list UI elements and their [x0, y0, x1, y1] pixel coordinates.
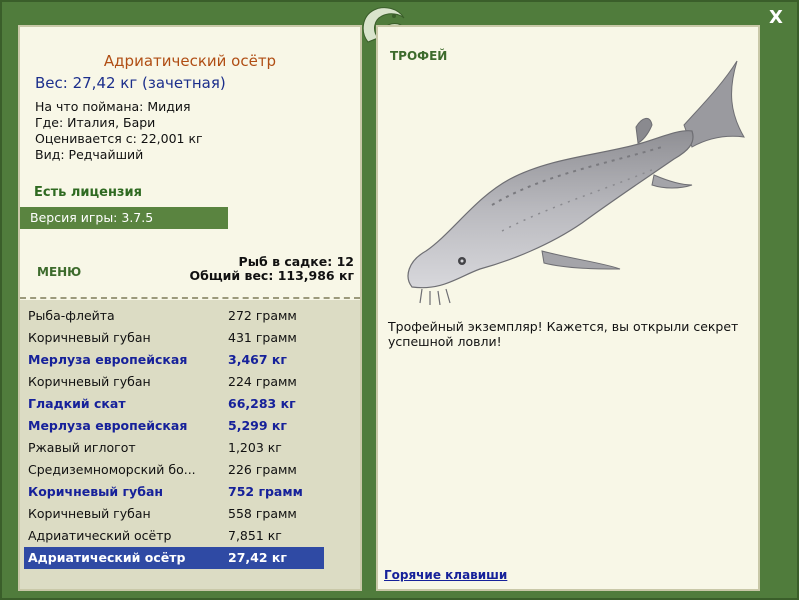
list-item-weight: 66,283 кг	[228, 396, 296, 411]
list-item[interactable]: Коричневый губан 224 грамм	[24, 371, 324, 393]
location-info: Где: Италия, Бари	[35, 115, 156, 130]
list-item-weight: 5,299 кг	[228, 418, 287, 433]
list-item-name: Средиземноморский бо...	[28, 462, 196, 477]
list-item[interactable]: Мерлуза европейская 5,299 кг	[24, 415, 324, 437]
close-button[interactable]: X	[765, 7, 787, 29]
trophy-panel: ТРОФЕЙ Трофейный экземпляр! Кажется, вы …	[376, 25, 760, 591]
trophy-description: Трофейный экземпляр! Кажется, вы открыли…	[388, 319, 739, 349]
list-item[interactable]: Коричневый губан 752 грамм	[24, 481, 324, 503]
list-item[interactable]: Мерлуза европейская 3,467 кг	[24, 349, 324, 371]
list-item-weight: 558 грамм	[228, 506, 297, 521]
list-item-name: Мерлуза европейская	[28, 352, 188, 367]
list-item[interactable]: Рыба-флейта 272 грамм	[24, 305, 324, 327]
list-item-name: Коричневый губан	[28, 330, 151, 345]
list-item-weight: 1,203 кг	[228, 440, 282, 455]
fish-weight: Вес: 27,42 кг (зачетная)	[35, 74, 226, 92]
threshold-info: Оценивается с: 22,001 кг	[35, 131, 203, 146]
version-bar: Версия игры: 3.7.5	[20, 207, 228, 229]
list-item[interactable]: Гладкий скат 66,283 кг	[24, 393, 324, 415]
license-status: Есть лицензия	[34, 185, 142, 200]
fish-count: Рыб в садке: 12	[238, 254, 354, 269]
list-item-name: Мерлуза европейская	[28, 418, 188, 433]
list-item[interactable]: Адриатический осётр 7,851 кг	[24, 525, 324, 547]
list-item-weight: 3,467 кг	[228, 352, 287, 367]
list-item[interactable]: Коричневый губан 558 грамм	[24, 503, 324, 525]
catch-info-panel: Адриатический осётр Вес: 27,42 кг (зачет…	[18, 25, 362, 591]
game-window: X Адриатический осётр Вес: 27,42 кг (зач…	[0, 0, 799, 600]
keepnet-stats: Рыб в садке: 12 Общий вес: 113,986 кг	[190, 255, 355, 283]
list-item-weight: 226 грамм	[228, 462, 297, 477]
divider	[20, 297, 360, 299]
list-item-name: Коричневый губан	[28, 484, 164, 499]
list-item-weight: 752 грамм	[228, 484, 303, 499]
list-item-weight: 431 грамм	[228, 330, 297, 345]
list-item-selected[interactable]: Адриатический осётр 27,42 кг	[24, 547, 324, 569]
list-item-weight: 224 грамм	[228, 374, 297, 389]
bait-info: На что поймана: Мидия	[35, 99, 191, 114]
list-item-name: Адриатический осётр	[28, 528, 172, 543]
list-item-weight: 27,42 кг	[228, 550, 287, 565]
list-item-name: Адриатический осётр	[28, 550, 186, 565]
list-item-name: Рыба-флейта	[28, 308, 115, 323]
sturgeon-image	[392, 55, 752, 306]
rarity-info: Вид: Редчайший	[35, 147, 144, 162]
list-item[interactable]: Ржавый иглогот 1,203 кг	[24, 437, 324, 459]
hotkeys-link[interactable]: Горячие клавиши	[384, 568, 507, 582]
menu-button[interactable]: МЕНЮ	[37, 265, 81, 279]
catch-list: Рыба-флейта 272 грамм Коричневый губан 4…	[20, 300, 360, 589]
list-item-name: Ржавый иглогот	[28, 440, 136, 455]
list-item-name: Коричневый губан	[28, 374, 151, 389]
list-item[interactable]: Средиземноморский бо... 226 грамм	[24, 459, 324, 481]
list-item-name: Гладкий скат	[28, 396, 126, 411]
list-item[interactable]: Коричневый губан 431 грамм	[24, 327, 324, 349]
fish-title: Адриатический осётр	[103, 52, 277, 70]
list-item-name: Коричневый губан	[28, 506, 151, 521]
total-weight: Общий вес: 113,986 кг	[189, 268, 355, 283]
list-item-weight: 7,851 кг	[228, 528, 282, 543]
list-item-weight: 272 грамм	[228, 308, 297, 323]
